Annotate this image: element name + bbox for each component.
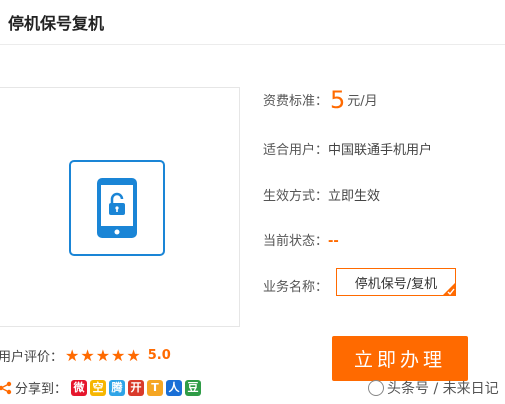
- fee-unit: 元/月: [347, 94, 378, 109]
- rating-stars: ★ ★ ★ ★ ★: [65, 345, 142, 365]
- share-label: 分享到：: [15, 382, 68, 397]
- star-icon: ★: [80, 345, 95, 365]
- fee-row: 资费标准：5 元/月: [263, 86, 378, 114]
- share-icon: [0, 381, 12, 394]
- user-row: 适合用户：中国联通手机用户: [263, 139, 432, 158]
- rating-score: 5.0: [147, 348, 171, 363]
- star-icon: ★: [126, 345, 141, 365]
- title-divider: [0, 44, 505, 45]
- service-label: 业务名称：: [263, 280, 329, 295]
- kaixin-icon[interactable]: 开: [128, 379, 145, 396]
- phone-unlock-icon: [69, 160, 165, 256]
- effect-label: 生效方式：: [263, 189, 329, 204]
- toutiao-logo-icon: [368, 380, 384, 396]
- apply-now-button[interactable]: 立即办理: [332, 336, 468, 381]
- watermark: 头条号 / 未来日记: [368, 378, 499, 398]
- share-icon-list: 微空腾开T人豆: [71, 379, 204, 396]
- tianya-icon[interactable]: T: [147, 379, 164, 396]
- status-row: 当前状态：--: [263, 230, 339, 249]
- rating-label: 用户评价：: [0, 350, 64, 365]
- tqq-icon[interactable]: 腾: [109, 379, 126, 396]
- star-icon: ★: [111, 345, 126, 365]
- status-value: --: [328, 234, 339, 249]
- watermark-text: 头条号 / 未来日记: [387, 381, 499, 397]
- service-value: 停机保号/复机: [354, 276, 438, 292]
- user-label: 适合用户：: [263, 143, 329, 158]
- fee-label: 资费标准：: [263, 94, 329, 109]
- product-image-card: [0, 87, 240, 327]
- star-icon: ★: [95, 345, 111, 365]
- qzone-icon[interactable]: 空: [90, 379, 107, 396]
- share-bar: 分享到： 微空腾开T人豆: [0, 378, 204, 397]
- check-corner-icon: [442, 282, 456, 296]
- user-value: 中国联通手机用户: [328, 143, 433, 158]
- effect-row: 生效方式：立即生效: [263, 185, 380, 204]
- douban-icon[interactable]: 豆: [185, 379, 202, 396]
- service-option-selected[interactable]: 停机保号/复机: [336, 268, 456, 296]
- star-icon: ★: [65, 345, 80, 365]
- status-label: 当前状态：: [263, 234, 329, 249]
- service-row: 业务名称：: [263, 276, 328, 295]
- effect-value: 立即生效: [328, 189, 381, 204]
- fee-value: 5: [330, 86, 346, 114]
- page-title: 停机保号复机: [8, 14, 105, 33]
- renren-icon[interactable]: 人: [166, 379, 183, 396]
- weibo-icon[interactable]: 微: [71, 379, 88, 396]
- user-rating: 用户评价： ★ ★ ★ ★ ★ 5.0: [0, 346, 171, 365]
